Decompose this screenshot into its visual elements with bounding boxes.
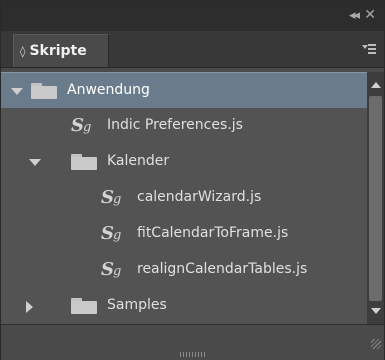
tree-item-anwendung[interactable]: Anwendung xyxy=(1,72,367,108)
folder-icon xyxy=(71,154,97,170)
script-icon: Sg xyxy=(101,187,122,208)
scroll-down-icon[interactable] xyxy=(371,308,381,314)
tree-item-label: Samples xyxy=(107,297,167,313)
disclosure-open-icon[interactable] xyxy=(11,88,23,95)
folder-icon xyxy=(71,298,97,314)
tree-item-label: calendarWizard.js xyxy=(137,189,262,205)
disclosure-open-icon[interactable] xyxy=(29,159,41,166)
tree-item-label: Anwendung xyxy=(67,82,150,98)
tree-item-label: fitCalendarToFrame.js xyxy=(137,225,289,241)
resize-grip-icon[interactable] xyxy=(371,339,381,349)
panel-height-grip[interactable] xyxy=(180,352,206,357)
tree-item-samples[interactable]: Samples xyxy=(1,288,367,324)
tree-item-indic-preferences[interactable]: Sg Indic Preferences.js xyxy=(1,108,367,144)
tab-skripte[interactable]: ◊ Skripte xyxy=(13,34,109,67)
tree-item-label: realignCalendarTables.js xyxy=(137,261,308,277)
tree-item-label: Indic Preferences.js xyxy=(107,117,243,133)
scroll-up-icon[interactable] xyxy=(371,82,381,88)
panel-footer xyxy=(1,324,384,360)
tree-item-label: Kalender xyxy=(107,153,170,169)
vertical-scrollbar[interactable] xyxy=(367,72,384,324)
tree-item-fit-calendar-to-frame[interactable]: Sg fitCalendarToFrame.js xyxy=(1,216,367,252)
scroll-thumb[interactable] xyxy=(369,96,382,301)
tree-item-realign-calendar-tables[interactable]: Sg realignCalendarTables.js xyxy=(1,252,367,288)
scripts-tree: Anwendung Sg Indic Preferences.js Kalend… xyxy=(1,72,367,324)
script-icon: Sg xyxy=(101,259,122,280)
tree-item-calendar-wizard[interactable]: Sg calendarWizard.js xyxy=(1,180,367,216)
folder-icon xyxy=(31,83,57,99)
up-down-arrows-icon: ◊ xyxy=(20,44,26,58)
tree-item-kalender[interactable]: Kalender xyxy=(1,144,367,180)
close-icon[interactable]: ✕ xyxy=(364,7,376,23)
panel-titlebar: ◂◂ ✕ xyxy=(1,1,384,31)
script-icon: Sg xyxy=(71,115,92,136)
disclosure-closed-icon[interactable] xyxy=(26,301,33,313)
scripts-panel: ◂◂ ✕ ◊ Skripte Anwendung Sg Indic Prefer… xyxy=(0,0,385,360)
tab-row: ◊ Skripte xyxy=(1,31,384,68)
tab-label: Skripte xyxy=(29,43,87,59)
collapse-panel-icon[interactable]: ◂◂ xyxy=(349,8,360,23)
panel-menu-icon[interactable] xyxy=(362,43,376,55)
script-icon: Sg xyxy=(101,223,122,244)
